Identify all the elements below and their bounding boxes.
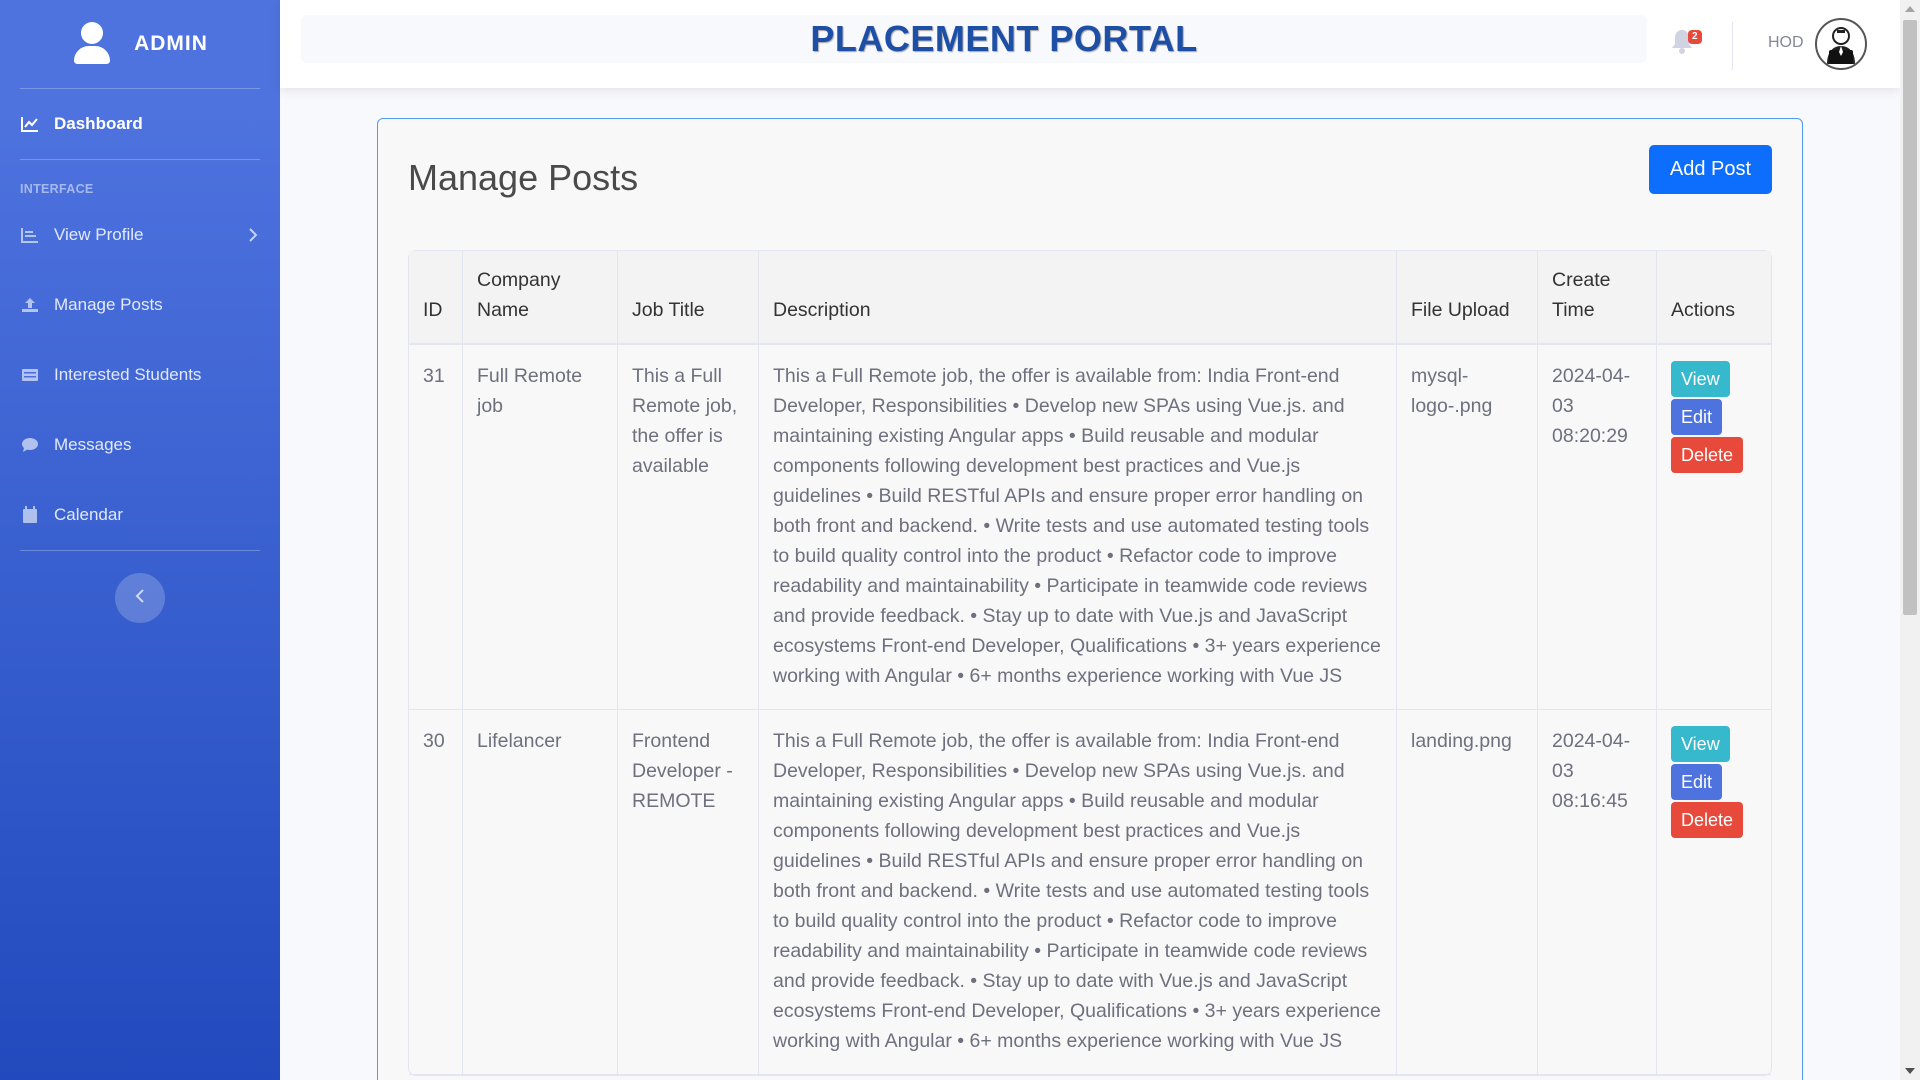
column-header: Job Title [618, 251, 759, 345]
sidebar-item-interested-students[interactable]: Interested Students [0, 340, 280, 410]
cell-description: This a Full Remote job, the offer is ava… [759, 345, 1397, 710]
sidebar-item-label: Dashboard [54, 114, 143, 133]
scroll-down-arrow-icon[interactable] [1905, 1068, 1915, 1074]
view-button[interactable]: View [1671, 726, 1730, 762]
sidebar-item-label: Messages [54, 435, 132, 454]
cell-company: Lifelancer [463, 710, 618, 1075]
sidebar-item-label: Manage Posts [54, 295, 163, 314]
card-title: Manage Posts [408, 157, 639, 198]
cell-created: 2024-04-03 08:16:45 [1538, 710, 1657, 1075]
chevron-right-icon [248, 227, 258, 248]
table-header-row: ID Company Name Job Title Description Fi… [409, 251, 1771, 345]
cell-description: This a Full Remote job, the offer is ava… [759, 710, 1397, 1075]
brand-label: ADMIN [134, 32, 208, 55]
topbar: PLACEMENT PORTAL 2 HOD [280, 0, 1900, 88]
cell-actions: View Edit Delete [1657, 710, 1771, 1075]
page-title: PLACEMENT PORTAL [810, 18, 1198, 59]
cell-actions: View Edit Delete [1657, 345, 1771, 710]
profile-icon [20, 226, 40, 244]
view-button[interactable]: View [1671, 361, 1730, 397]
sidebar-toggle-button[interactable] [115, 573, 165, 623]
calendar-icon [20, 506, 40, 524]
cell-job-title: This a Full Remote job, the offer is ava… [618, 345, 759, 710]
scroll-up-arrow-icon[interactable] [1905, 6, 1915, 12]
column-header: File Upload [1397, 251, 1538, 345]
posts-table: ID Company Name Job Title Description Fi… [408, 250, 1772, 1076]
sidebar-item-calendar[interactable]: Calendar [0, 480, 280, 550]
sidebar-item-view-profile[interactable]: View Profile [0, 200, 280, 270]
sidebar-item-label: Interested Students [54, 365, 202, 384]
title-box: PLACEMENT PORTAL [301, 15, 1647, 63]
table-row: 30 Lifelancer Frontend Developer - REMOT… [409, 710, 1771, 1075]
edit-button[interactable]: Edit [1671, 399, 1723, 435]
column-header: Company Name [463, 251, 618, 345]
cell-id: 31 [409, 345, 463, 710]
column-header: Create Time [1538, 251, 1657, 345]
cell-company: Full Remote job [463, 345, 618, 710]
column-header: Actions [1657, 251, 1771, 345]
sidebar-item-manage-posts[interactable]: Manage Posts [0, 270, 280, 340]
table-row: 31 Full Remote job This a Full Remote jo… [409, 345, 1771, 710]
scroll-thumb[interactable] [1903, 20, 1917, 615]
add-post-button[interactable]: Add Post [1649, 145, 1772, 194]
sidebar-item-messages[interactable]: Messages [0, 410, 280, 480]
notification-badge: 2 [1688, 30, 1702, 44]
manage-posts-card: Manage Posts Add Post ID Company Name Jo… [377, 118, 1803, 1080]
sidebar-brand[interactable]: ADMIN [0, 0, 280, 88]
avatar[interactable] [1815, 18, 1867, 70]
cell-id: 30 [409, 710, 463, 1075]
chat-icon [20, 436, 40, 454]
delete-button[interactable]: Delete [1671, 437, 1744, 473]
upload-icon [20, 296, 40, 314]
scrollbar[interactable] [1900, 0, 1920, 1080]
sidebar: ADMIN Dashboard INTERFACE View Profile M… [0, 0, 280, 1080]
cell-file: mysql-logo-.png [1397, 345, 1538, 710]
sidebar-divider [20, 550, 260, 551]
user-name[interactable]: HOD [1768, 34, 1804, 52]
sidebar-item-label: Calendar [54, 505, 123, 524]
list-icon [20, 366, 40, 384]
edit-button[interactable]: Edit [1671, 764, 1723, 800]
delete-button[interactable]: Delete [1671, 802, 1744, 838]
sidebar-heading: INTERFACE [20, 182, 94, 196]
cell-job-title: Frontend Developer - REMOTE [618, 710, 759, 1075]
cell-file: landing.png [1397, 710, 1538, 1075]
user-icon [72, 22, 112, 66]
cell-created: 2024-04-03 08:20:29 [1538, 345, 1657, 710]
chart-line-icon [20, 115, 40, 133]
column-header: Description [759, 251, 1397, 345]
sidebar-item-label: View Profile [54, 225, 144, 244]
column-header: ID [409, 251, 463, 345]
topbar-divider [1732, 22, 1733, 70]
sidebar-item-dashboard[interactable]: Dashboard [0, 89, 280, 159]
chevron-left-icon [135, 588, 145, 609]
